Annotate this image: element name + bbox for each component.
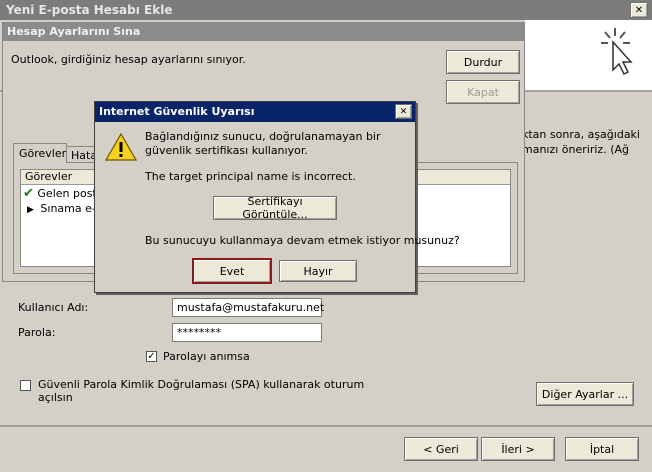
- alert-message-line1: Bağlandığınız sunucu, doğrulanamayan bir: [145, 130, 381, 143]
- alert-question: Bu sunucuyu kullanmaya devam etmek istiy…: [145, 234, 460, 247]
- task-row: ✔ Gelen post: [23, 186, 97, 201]
- test-dialog-title: Hesap Ayarlarını Sına: [7, 25, 141, 38]
- back-button[interactable]: < Geri: [404, 437, 478, 461]
- view-certificate-button[interactable]: Sertifikayı Görüntüle...: [213, 195, 337, 221]
- warning-icon: [104, 132, 138, 162]
- username-label: Kullanıcı Adı:: [18, 301, 89, 314]
- security-alert-dialog: Internet Güvenlik Uyarısı ✕ Bağlandığını…: [94, 101, 460, 293]
- main-close-button[interactable]: ✕: [630, 2, 648, 18]
- arrow-right-icon: ▶: [27, 205, 34, 215]
- tab-tasks-label: Görevler: [19, 147, 67, 160]
- task-label: Gelen post: [37, 187, 97, 200]
- test-dialog-message: Outlook, girdiğiniz hesap ayarlarını sın…: [11, 53, 246, 66]
- next-button[interactable]: İleri >: [481, 437, 555, 461]
- alert-close-button[interactable]: ✕: [395, 104, 412, 119]
- spa-checkbox[interactable]: [20, 380, 31, 391]
- alert-message-line3: The target principal name is incorrect.: [145, 170, 356, 183]
- remember-password-label: Parolayı anımsa: [163, 350, 250, 363]
- cancel-button[interactable]: İptal: [565, 437, 639, 461]
- spa-label-line2: açılsın: [38, 391, 73, 404]
- main-title-bar: Yeni E-posta Hesabı Ekle ✕: [0, 0, 652, 20]
- password-field[interactable]: ********: [172, 323, 322, 342]
- password-label: Parola:: [18, 326, 56, 339]
- alert-title: Internet Güvenlik Uyarısı: [99, 105, 255, 118]
- alert-title-bar: Internet Güvenlik Uyarısı ✕: [95, 102, 415, 122]
- main-window-title: Yeni E-posta Hesabı Ekle: [6, 3, 173, 17]
- yes-button[interactable]: Evet: [192, 258, 272, 284]
- footer-divider: [0, 425, 652, 427]
- close-test-button[interactable]: Kapat: [446, 80, 520, 104]
- task-row: ▶ Sınama e-p: [27, 202, 103, 215]
- no-button[interactable]: Hayır: [279, 260, 357, 282]
- remember-password[interactable]: ✓ Parolayı anımsa: [146, 350, 250, 363]
- right-description-line1: ktan sonra, aşağıdaki: [522, 128, 640, 141]
- more-settings-button[interactable]: Diğer Ayarlar ...: [536, 382, 634, 406]
- tab-tasks[interactable]: Görevler: [13, 143, 67, 163]
- alert-message-line2: güvenlik sertifikası kullanıyor.: [145, 144, 308, 157]
- stop-button[interactable]: Durdur: [446, 50, 520, 74]
- remember-password-checkbox[interactable]: ✓: [146, 351, 157, 362]
- cursor-sparkle-icon: [597, 26, 637, 78]
- right-description-line2: manızı öneririz. (Ağ: [522, 143, 630, 156]
- test-dialog-title-bar: Hesap Ayarlarını Sına: [3, 23, 524, 41]
- spa-label-line1: Güvenli Parola Kimlik Doğrulaması (SPA) …: [38, 378, 365, 391]
- username-field[interactable]: mustafa@mustafakuru.net: [172, 298, 324, 317]
- wizard-header-panel: [525, 20, 652, 90]
- checkmark-icon: ✔: [23, 186, 34, 201]
- task-list-header-label: Görevler: [25, 170, 73, 183]
